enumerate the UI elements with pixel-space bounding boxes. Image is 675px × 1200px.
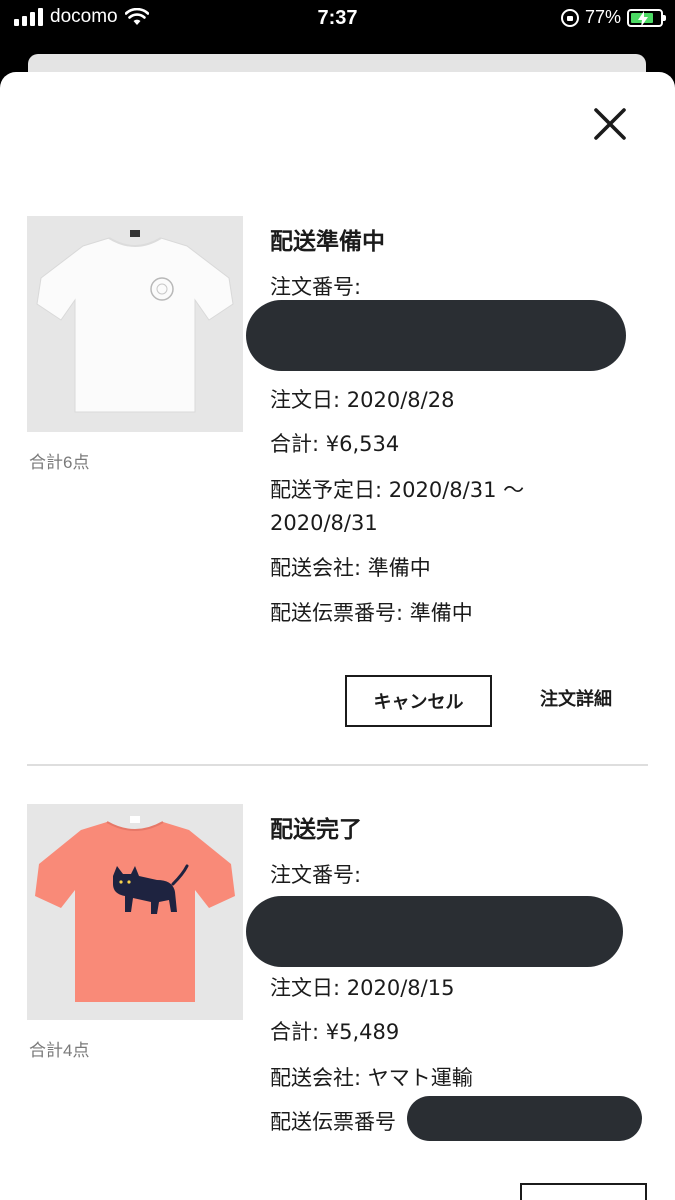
coral-tshirt-image: [27, 804, 243, 1020]
product-thumbnail[interactable]: [27, 216, 243, 432]
battery-level: [631, 10, 653, 27]
orientation-lock-icon: [560, 8, 579, 27]
order-status: 配送準備中: [270, 229, 385, 255]
order-number-label: 注文番号:: [270, 863, 362, 887]
charging-bolt-icon: [638, 10, 648, 27]
shipping-company: 配送会社: ヤマト運輸: [270, 1066, 473, 1090]
close-icon[interactable]: [588, 102, 632, 146]
status-bar: docomo 7:37 77%: [0, 0, 675, 40]
delivery-date-end: 2020/8/31: [270, 511, 378, 535]
order-total: 合計: ¥6,534: [270, 432, 400, 456]
shipping-company: 配送会社: 準備中: [270, 556, 431, 580]
white-tshirt-image: [27, 216, 243, 432]
order-date: 注文日: 2020/8/15: [270, 976, 455, 1000]
order-status: 配送完了: [270, 817, 362, 843]
item-count: 合計4点: [29, 1041, 90, 1060]
cancel-button[interactable]: [520, 1183, 647, 1200]
tracking-number: 配送伝票番号: [270, 1110, 396, 1134]
redacted-order-number: [246, 300, 626, 371]
battery-icon: [627, 8, 666, 27]
redacted-order-number: [246, 896, 623, 967]
order-history-sheet: 合計6点 配送準備中 注文番号: 注文日: 2020/8/28 合計: ¥6,5…: [0, 72, 675, 1200]
redacted-tracking-number: [407, 1096, 642, 1141]
battery-percent: 77%: [584, 7, 621, 27]
order-date: 注文日: 2020/8/28: [270, 388, 455, 412]
tracking-number: 配送伝票番号: 準備中: [270, 601, 473, 625]
divider: [27, 764, 648, 766]
item-count: 合計6点: [29, 453, 90, 472]
order-detail-link[interactable]: 注文詳細: [540, 685, 612, 711]
cancel-button[interactable]: キャンセル: [345, 675, 492, 727]
status-right: 77%: [560, 7, 666, 28]
product-thumbnail[interactable]: [27, 804, 243, 1020]
order-total: 合計: ¥5,489: [270, 1020, 400, 1044]
